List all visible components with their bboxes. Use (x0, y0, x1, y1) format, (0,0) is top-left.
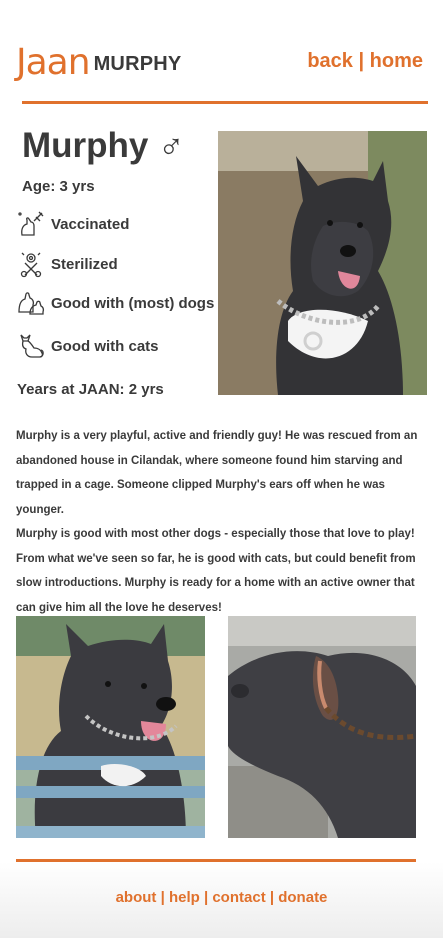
top-nav: back | home (307, 50, 423, 73)
back-link[interactable]: back (307, 50, 353, 72)
logo-dog-name: MURPHY (93, 53, 182, 75)
contact-link[interactable]: contact (212, 889, 265, 906)
dog-name-heading: Murphy ♂ (22, 126, 184, 166)
vaccine-dog-icon (18, 211, 44, 236)
main-dog-photo (218, 131, 427, 395)
home-link[interactable]: home (370, 50, 423, 72)
logo[interactable]: Jaan MURPHY (16, 44, 181, 82)
trait-good-with-cats: Good with cats (16, 331, 159, 361)
trait-label: Good with (most) dogs (51, 294, 215, 312)
footer-separator: | (203, 889, 209, 906)
years-at-jaan: Years at JAAN: 2 yrs (17, 381, 164, 398)
trait-label: Sterilized (51, 255, 118, 273)
dog-age: Age: 3 yrs (22, 178, 95, 195)
header-divider (22, 101, 428, 104)
about-link[interactable]: about (116, 889, 157, 906)
dog-photo-injury-image (228, 616, 416, 838)
cat-icon (20, 334, 44, 358)
dog-name: Murphy (22, 126, 149, 165)
footer-separator: | (160, 889, 165, 906)
trait-good-with-dogs: Good with (most) dogs (16, 288, 214, 318)
trait-label: Vaccinated (51, 215, 130, 233)
footer-nav: about | help | contact | donate (0, 889, 443, 906)
help-link[interactable]: help (169, 889, 200, 906)
male-icon: ♂ (158, 126, 185, 165)
dogs-icon (18, 292, 45, 315)
description-paragraph-1: Murphy is a very playful, active and fri… (16, 430, 418, 516)
trait-sterilized: Sterilized (16, 249, 118, 279)
main-dog-photo-image (218, 131, 427, 395)
jaan-logo-mark: Jaan (16, 42, 91, 83)
dog-photo-injury (228, 616, 416, 838)
dog-photo-fence (16, 616, 205, 838)
footer-separator: | (269, 889, 275, 906)
donate-link[interactable]: donate (278, 889, 327, 906)
sterilized-icon (20, 252, 42, 278)
trait-label: Good with cats (51, 337, 159, 355)
site-header: Jaan MURPHY back | home (0, 0, 443, 110)
trait-vaccinated: Vaccinated (16, 209, 129, 239)
dog-photo-fence-image (16, 616, 205, 838)
dog-description: Murphy is a very playful, active and fri… (16, 424, 428, 620)
nav-separator: | (358, 50, 365, 72)
description-paragraph-2: Murphy is good with most other dogs - es… (16, 528, 416, 614)
